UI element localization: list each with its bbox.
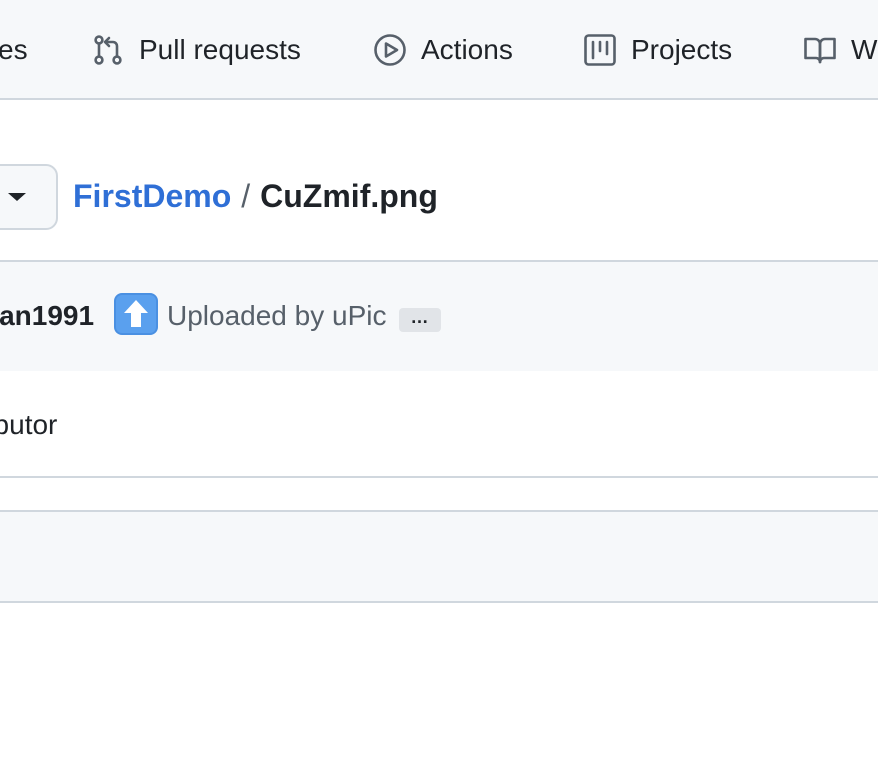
tab-projects[interactable]: Projects [583, 28, 732, 72]
up-arrow-emoji-icon [114, 293, 158, 335]
breadcrumb-file-name: CuZmif.png [260, 177, 438, 214]
contributors-row: ributor [0, 371, 878, 478]
project-board-icon [583, 33, 617, 67]
branch-select-button[interactable] [0, 164, 58, 230]
tab-actions[interactable]: Actions [373, 28, 513, 72]
file-header [0, 510, 878, 603]
tab-wiki[interactable]: Wi [803, 28, 878, 72]
tab-actions-label: Actions [421, 34, 513, 65]
github-file-page: es Pull requests Actions Projects W Firs… [0, 0, 878, 760]
commit-message-link[interactable]: Uploaded by uPic [167, 300, 386, 332]
tab-pull-requests-label: Pull requests [139, 34, 301, 65]
breadcrumb: FirstDemo / CuZmif.png [73, 174, 438, 218]
git-pull-request-icon [91, 33, 125, 67]
breadcrumb-separator: / [241, 177, 251, 214]
play-circle-icon [373, 33, 407, 67]
tab-pull-requests[interactable]: Pull requests [91, 28, 301, 72]
commit-author-link[interactable]: uan1991 [0, 300, 94, 332]
tab-wiki-label: Wi [851, 34, 878, 65]
tab-issues-label: es [0, 34, 28, 65]
contributors-label[interactable]: ributor [0, 409, 57, 441]
caret-down-icon [8, 193, 26, 201]
tab-issues[interactable]: es [0, 28, 28, 72]
commit-expand-button[interactable]: … [399, 308, 441, 332]
repo-nav: es Pull requests Actions Projects W [0, 0, 878, 100]
book-icon [803, 33, 837, 67]
breadcrumb-repo-link[interactable]: FirstDemo [73, 178, 231, 215]
tab-projects-label: Projects [631, 34, 733, 65]
